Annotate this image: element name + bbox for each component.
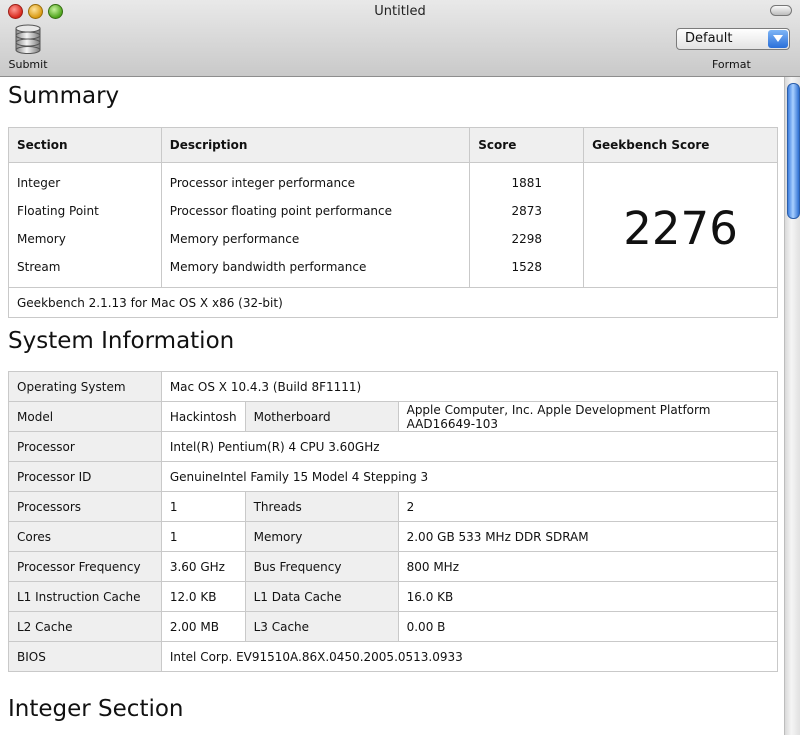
header-score: Score — [469, 127, 585, 163]
processor-value: Intel(R) Pentium(R) 4 CPU 3.60GHz — [160, 431, 779, 462]
report-content: Summary Section Description Score Geekbe… — [0, 77, 784, 735]
processor-frequency-value: 3.60 GHz — [160, 551, 246, 582]
header-geekbench-score: Geekbench Score — [583, 127, 778, 163]
header-section: Section — [8, 127, 162, 163]
row-section: Integer — [8, 162, 162, 197]
row-score: 2298 — [469, 225, 585, 253]
row-section: Floating Point — [8, 197, 162, 225]
submit-label: Submit — [8, 58, 48, 71]
table-row: Processors 1 Threads 2 — [8, 491, 779, 522]
summary-heading: Summary — [8, 83, 120, 109]
table-row: BIOS Intel Corp. EV91510A.86X.0450.2005.… — [8, 641, 779, 672]
row-description: Memory bandwidth performance — [160, 253, 471, 288]
title-bar: Untitled — [0, 0, 800, 22]
table-row: Model Hackintosh Motherboard Apple Compu… — [8, 401, 779, 432]
os-label: Operating System — [8, 371, 162, 402]
row-section: Memory — [8, 225, 162, 253]
processor-label: Processor — [8, 431, 162, 462]
toolbar-toggle-button[interactable] — [770, 5, 792, 16]
app-window: Untitled Submit Default Format Summary S… — [0, 0, 800, 735]
row-section: Stream — [8, 253, 162, 288]
row-description: Processor integer performance — [160, 162, 471, 197]
summary-table: Section Description Score Geekbench Scor… — [8, 127, 778, 318]
table-row: L2 Cache 2.00 MB L3 Cache 0.00 B — [8, 611, 779, 642]
processors-value: 1 — [160, 491, 246, 522]
bus-frequency-value: 800 MHz — [397, 551, 779, 582]
motherboard-value: Apple Computer, Inc. Apple Development P… — [397, 401, 779, 432]
summary-row: Integer Processor integer performance 18… — [8, 162, 778, 288]
geekbench-score: 2276 — [583, 162, 778, 288]
format-control: Default Format — [676, 28, 790, 72]
row-description: Processor floating point performance — [160, 197, 471, 225]
l1-instruction-cache-label: L1 Instruction Cache — [8, 581, 162, 612]
row-description: Memory performance — [160, 225, 471, 253]
row-score: 1528 — [469, 253, 585, 288]
motherboard-label: Motherboard — [244, 401, 399, 432]
memory-label: Memory — [244, 521, 399, 552]
format-label: Format — [712, 58, 751, 71]
vertical-scrollbar[interactable] — [784, 77, 800, 735]
processor-id-label: Processor ID — [8, 461, 162, 492]
cores-label: Cores — [8, 521, 162, 552]
dropdown-arrow-icon — [768, 30, 788, 48]
bus-frequency-label: Bus Frequency — [244, 551, 399, 582]
header-description: Description — [160, 127, 471, 163]
model-value: Hackintosh — [160, 401, 246, 432]
processor-frequency-label: Processor Frequency — [8, 551, 162, 582]
window-title: Untitled — [374, 4, 426, 19]
table-row: Processor ID GenuineIntel Family 15 Mode… — [8, 461, 779, 492]
table-row: Cores 1 Memory 2.00 GB 533 MHz DDR SDRAM — [8, 521, 779, 552]
cores-value: 1 — [160, 521, 246, 552]
l2-cache-value: 2.00 MB — [160, 611, 246, 642]
l3-cache-value: 0.00 B — [397, 611, 779, 642]
summary-header-row: Section Description Score Geekbench Scor… — [8, 127, 778, 163]
table-row: Processor Frequency 3.60 GHz Bus Frequen… — [8, 551, 779, 582]
window-chrome: Untitled Submit Default Format — [0, 0, 800, 77]
l3-cache-label: L3 Cache — [244, 611, 399, 642]
model-label: Model — [8, 401, 162, 432]
l1-instruction-cache-value: 12.0 KB — [160, 581, 246, 612]
integer-section-heading: Integer Section — [8, 696, 184, 722]
l1-data-cache-value: 16.0 KB — [397, 581, 779, 612]
threads-value: 2 — [397, 491, 779, 522]
format-selected-value: Default — [685, 31, 733, 46]
version-info: Geekbench 2.1.13 for Mac OS X x86 (32-bi… — [8, 287, 778, 318]
processor-id-value: GenuineIntel Family 15 Model 4 Stepping … — [160, 461, 779, 492]
os-value: Mac OS X 10.4.3 (Build 8F1111) — [160, 371, 779, 402]
submit-button[interactable]: Submit — [6, 24, 50, 72]
processors-label: Processors — [8, 491, 162, 522]
l2-cache-label: L2 Cache — [8, 611, 162, 642]
threads-label: Threads — [244, 491, 399, 522]
row-score: 1881 — [469, 162, 585, 197]
system-info-heading: System Information — [8, 328, 235, 354]
system-info-table: Operating System Mac OS X 10.4.3 (Build … — [8, 371, 779, 672]
table-row: Operating System Mac OS X 10.4.3 (Build … — [8, 371, 779, 402]
l1-data-cache-label: L1 Data Cache — [244, 581, 399, 612]
database-icon — [15, 24, 41, 54]
table-row: L1 Instruction Cache 12.0 KB L1 Data Cac… — [8, 581, 779, 612]
summary-footer-row: Geekbench 2.1.13 for Mac OS X x86 (32-bi… — [8, 287, 778, 318]
bios-label: BIOS — [8, 641, 162, 672]
scrollbar-thumb[interactable] — [787, 83, 800, 219]
bios-value: Intel Corp. EV91510A.86X.0450.2005.0513.… — [160, 641, 779, 672]
format-select[interactable]: Default — [676, 28, 790, 50]
table-row: Processor Intel(R) Pentium(R) 4 CPU 3.60… — [8, 431, 779, 462]
row-score: 2873 — [469, 197, 585, 225]
memory-value: 2.00 GB 533 MHz DDR SDRAM — [397, 521, 779, 552]
